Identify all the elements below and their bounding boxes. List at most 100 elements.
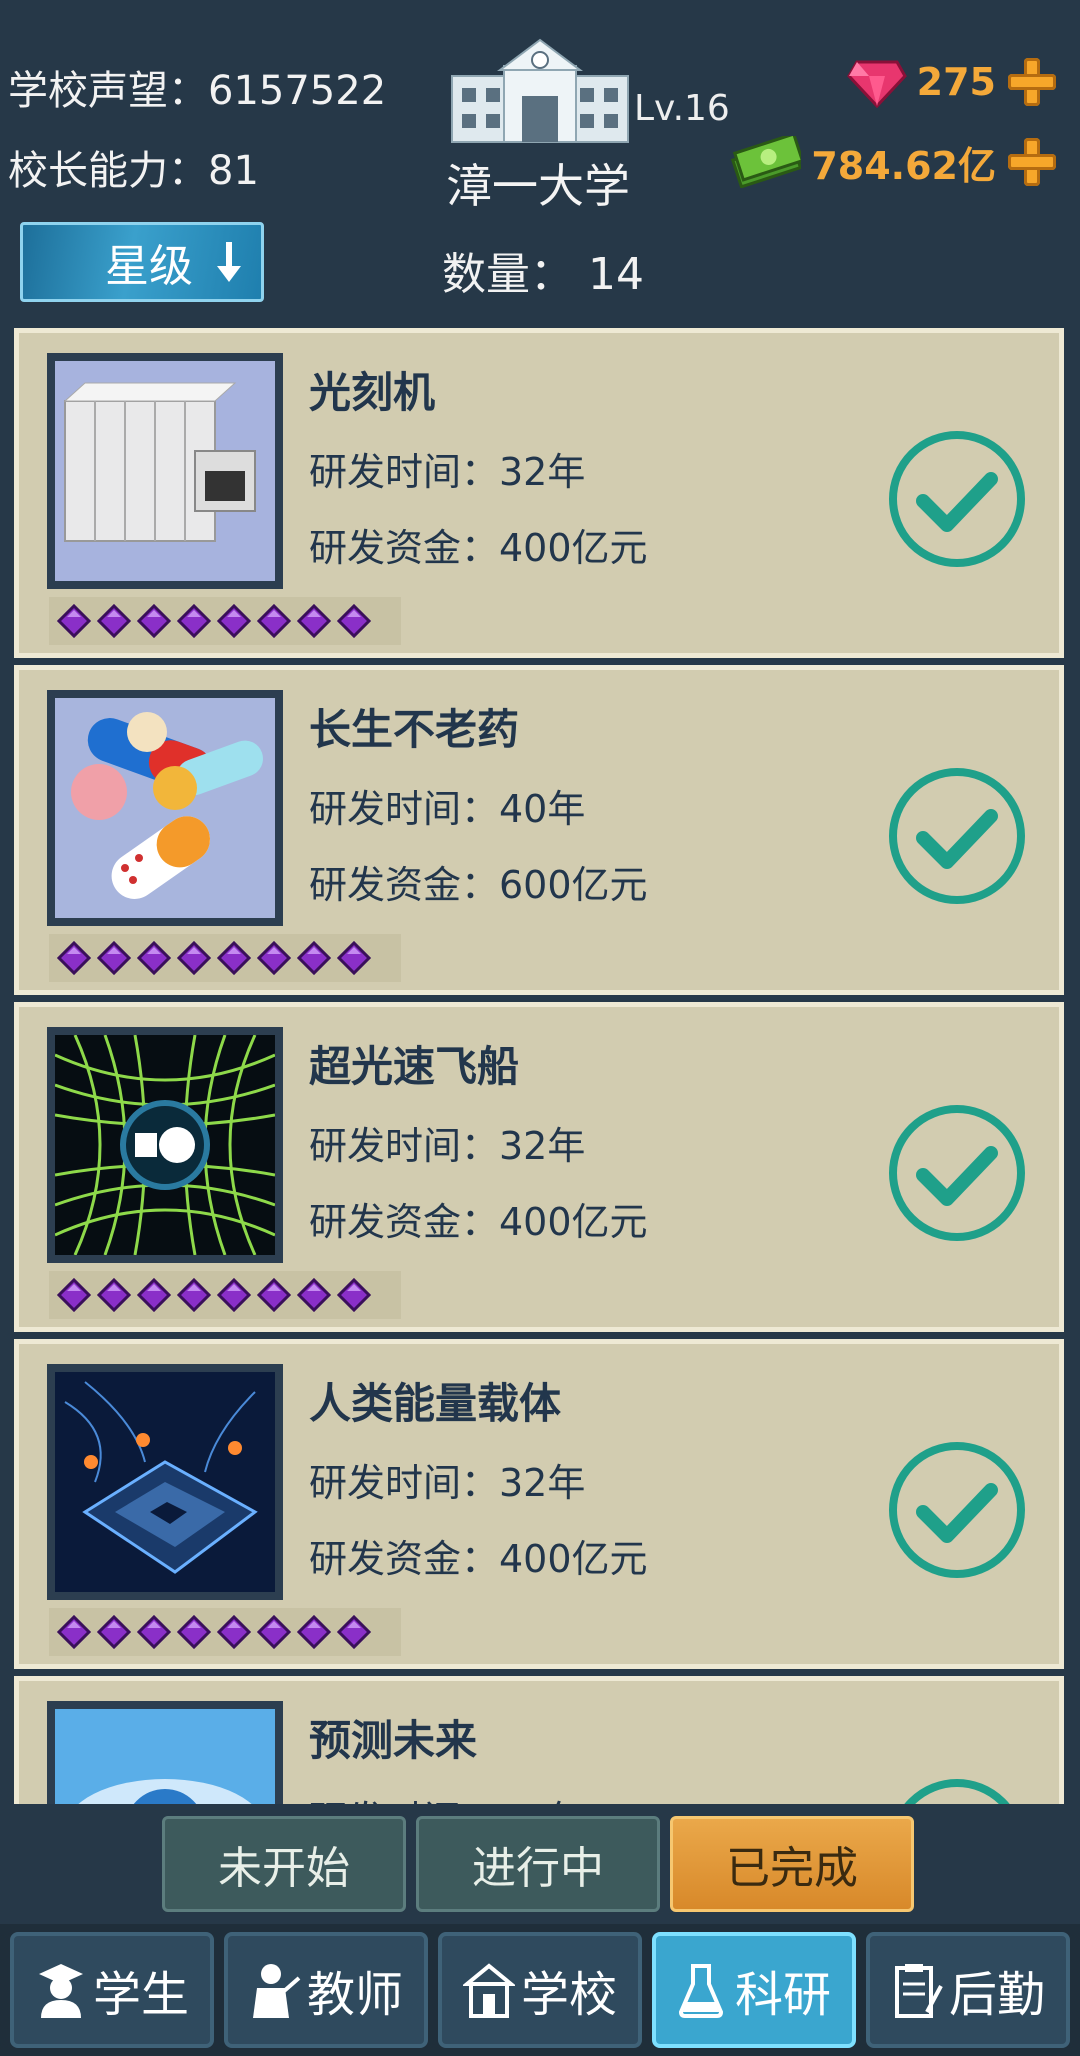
nav-logistics-label: 后勤 (948, 1967, 1045, 2023)
research-card[interactable]: 长生不老药 研发时间：40年 研发资金：600亿元 (14, 665, 1064, 995)
star-rating (49, 934, 401, 982)
add-gems-button[interactable] (1006, 56, 1058, 108)
purple-diamond-star-icon (57, 604, 91, 638)
research-title: 人类能量载体 (309, 1379, 562, 1428)
research-time: 研发时间：40年 (309, 787, 586, 831)
research-fund: 研发资金：400亿元 (309, 526, 648, 570)
nav-teachers-label: 教师 (306, 1967, 403, 2023)
gems-value: 275 (916, 60, 996, 104)
bottom-navigation: 学生 教师 学校 科研 后勤 (0, 1924, 1080, 2056)
research-card[interactable]: 超光速飞船 研发时间：32年 研发资金：400亿元 (14, 1002, 1064, 1332)
card-image-frame (47, 1701, 283, 1804)
nav-students[interactable]: 学生 (10, 1932, 214, 2048)
purple-diamond-star-icon (257, 941, 291, 975)
clipboard-icon (894, 1964, 943, 2018)
purple-diamond-star-icon (217, 941, 251, 975)
purple-diamond-star-icon (57, 1615, 91, 1649)
tab-in-progress[interactable]: 进行中 (416, 1816, 660, 1912)
money-resource: 784.62亿 (731, 132, 1058, 192)
school-name: 漳一大学 (446, 159, 630, 213)
purple-diamond-star-icon (297, 604, 331, 638)
purple-diamond-star-icon (337, 604, 371, 638)
completed-check-icon (889, 1442, 1025, 1578)
purple-diamond-star-icon (57, 1278, 91, 1312)
item-count: 数量： 14 (442, 249, 644, 300)
purple-diamond-star-icon (337, 1615, 371, 1649)
research-title: 超光速飞船 (309, 1042, 520, 1091)
completed-check-icon (889, 431, 1025, 567)
research-time: 研发时间：32年 (309, 1789, 585, 1804)
school-level: Lv.16 (634, 88, 730, 129)
lithography-machine-image (55, 361, 275, 581)
purple-diamond-star-icon (97, 1615, 131, 1649)
nav-research[interactable]: 科研 (652, 1932, 856, 2048)
card-image-frame (47, 1027, 283, 1263)
money-value: 784.62亿 (811, 143, 996, 188)
purple-diamond-star-icon (217, 1278, 251, 1312)
card-image-frame (47, 353, 283, 589)
teacher-icon (252, 1964, 301, 2018)
nav-teachers[interactable]: 教师 (224, 1932, 428, 2048)
research-list[interactable]: 光刻机 研发时间：32年 研发资金：400亿元 长生不老药 研发时间：40年 研… (14, 328, 1064, 1804)
nav-students-label: 学生 (92, 1967, 189, 2023)
purple-diamond-star-icon (177, 604, 211, 638)
completed-check-icon (904, 1779, 1010, 1804)
star-rating (49, 597, 401, 645)
purple-diamond-star-icon (137, 1278, 171, 1312)
money-icon (731, 136, 802, 188)
tab-completed[interactable]: 已完成 (670, 1816, 914, 1912)
purple-diamond-star-icon (337, 1278, 371, 1312)
research-title: 长生不老药 (309, 705, 520, 754)
nav-research-label: 科研 (734, 1967, 831, 2023)
add-money-button[interactable] (1006, 136, 1058, 188)
purple-diamond-star-icon (217, 604, 251, 638)
purple-diamond-star-icon (97, 1278, 131, 1312)
research-card[interactable]: 人类能量载体 研发时间：32年 研发资金：400亿元 (14, 1339, 1064, 1669)
school-reputation: 学校声望：6157522 (8, 68, 387, 114)
arrow-down-icon (217, 242, 241, 282)
research-card[interactable]: 光刻机 研发时间：32年 研发资金：400亿元 (14, 328, 1064, 658)
purple-diamond-star-icon (217, 1615, 251, 1649)
purple-diamond-star-icon (177, 1278, 211, 1312)
purple-diamond-star-icon (257, 604, 291, 638)
nav-school[interactable]: 学校 (438, 1932, 642, 2048)
purple-diamond-star-icon (177, 941, 211, 975)
nav-school-label: 学校 (520, 1967, 617, 2023)
research-time: 研发时间：32年 (309, 1461, 586, 1505)
card-image-frame (47, 690, 283, 926)
research-card[interactable]: 预测未来 研发时间：32年 (14, 1676, 1064, 1804)
purple-diamond-star-icon (97, 941, 131, 975)
research-title: 预测未来 (309, 1716, 478, 1765)
research-fund: 研发资金：600亿元 (309, 863, 648, 907)
school-building-icon (451, 38, 629, 143)
gems-resource: 275 (846, 52, 1058, 112)
purple-diamond-star-icon (57, 941, 91, 975)
chip-image (55, 1372, 275, 1592)
nav-logistics[interactable]: 后勤 (866, 1932, 1070, 2048)
research-fund: 研发资金：400亿元 (309, 1200, 648, 1244)
purple-diamond-star-icon (137, 941, 171, 975)
purple-diamond-star-icon (337, 941, 371, 975)
completed-check-icon (889, 1105, 1025, 1241)
purple-diamond-star-icon (257, 1278, 291, 1312)
student-icon (38, 1964, 83, 2018)
gem-icon (846, 60, 907, 108)
purple-diamond-star-icon (297, 941, 331, 975)
eye-image (55, 1709, 275, 1804)
research-time: 研发时间：32年 (309, 450, 586, 494)
research-fund: 研发资金：400亿元 (309, 1537, 648, 1581)
purple-diamond-star-icon (257, 1615, 291, 1649)
warp-ship-image (55, 1035, 275, 1255)
purple-diamond-star-icon (137, 604, 171, 638)
school-icon (462, 1963, 515, 2018)
purple-diamond-star-icon (137, 1615, 171, 1649)
purple-diamond-star-icon (97, 604, 131, 638)
research-time: 研发时间：32年 (309, 1124, 586, 1168)
purple-diamond-star-icon (177, 1615, 211, 1649)
tab-not-started[interactable]: 未开始 (162, 1816, 406, 1912)
star-rating (49, 1271, 401, 1319)
purple-diamond-star-icon (297, 1615, 331, 1649)
sort-by-stars-button[interactable]: 星级 (20, 222, 264, 302)
sort-label: 星级 (105, 241, 193, 292)
completed-check-icon (889, 768, 1025, 904)
